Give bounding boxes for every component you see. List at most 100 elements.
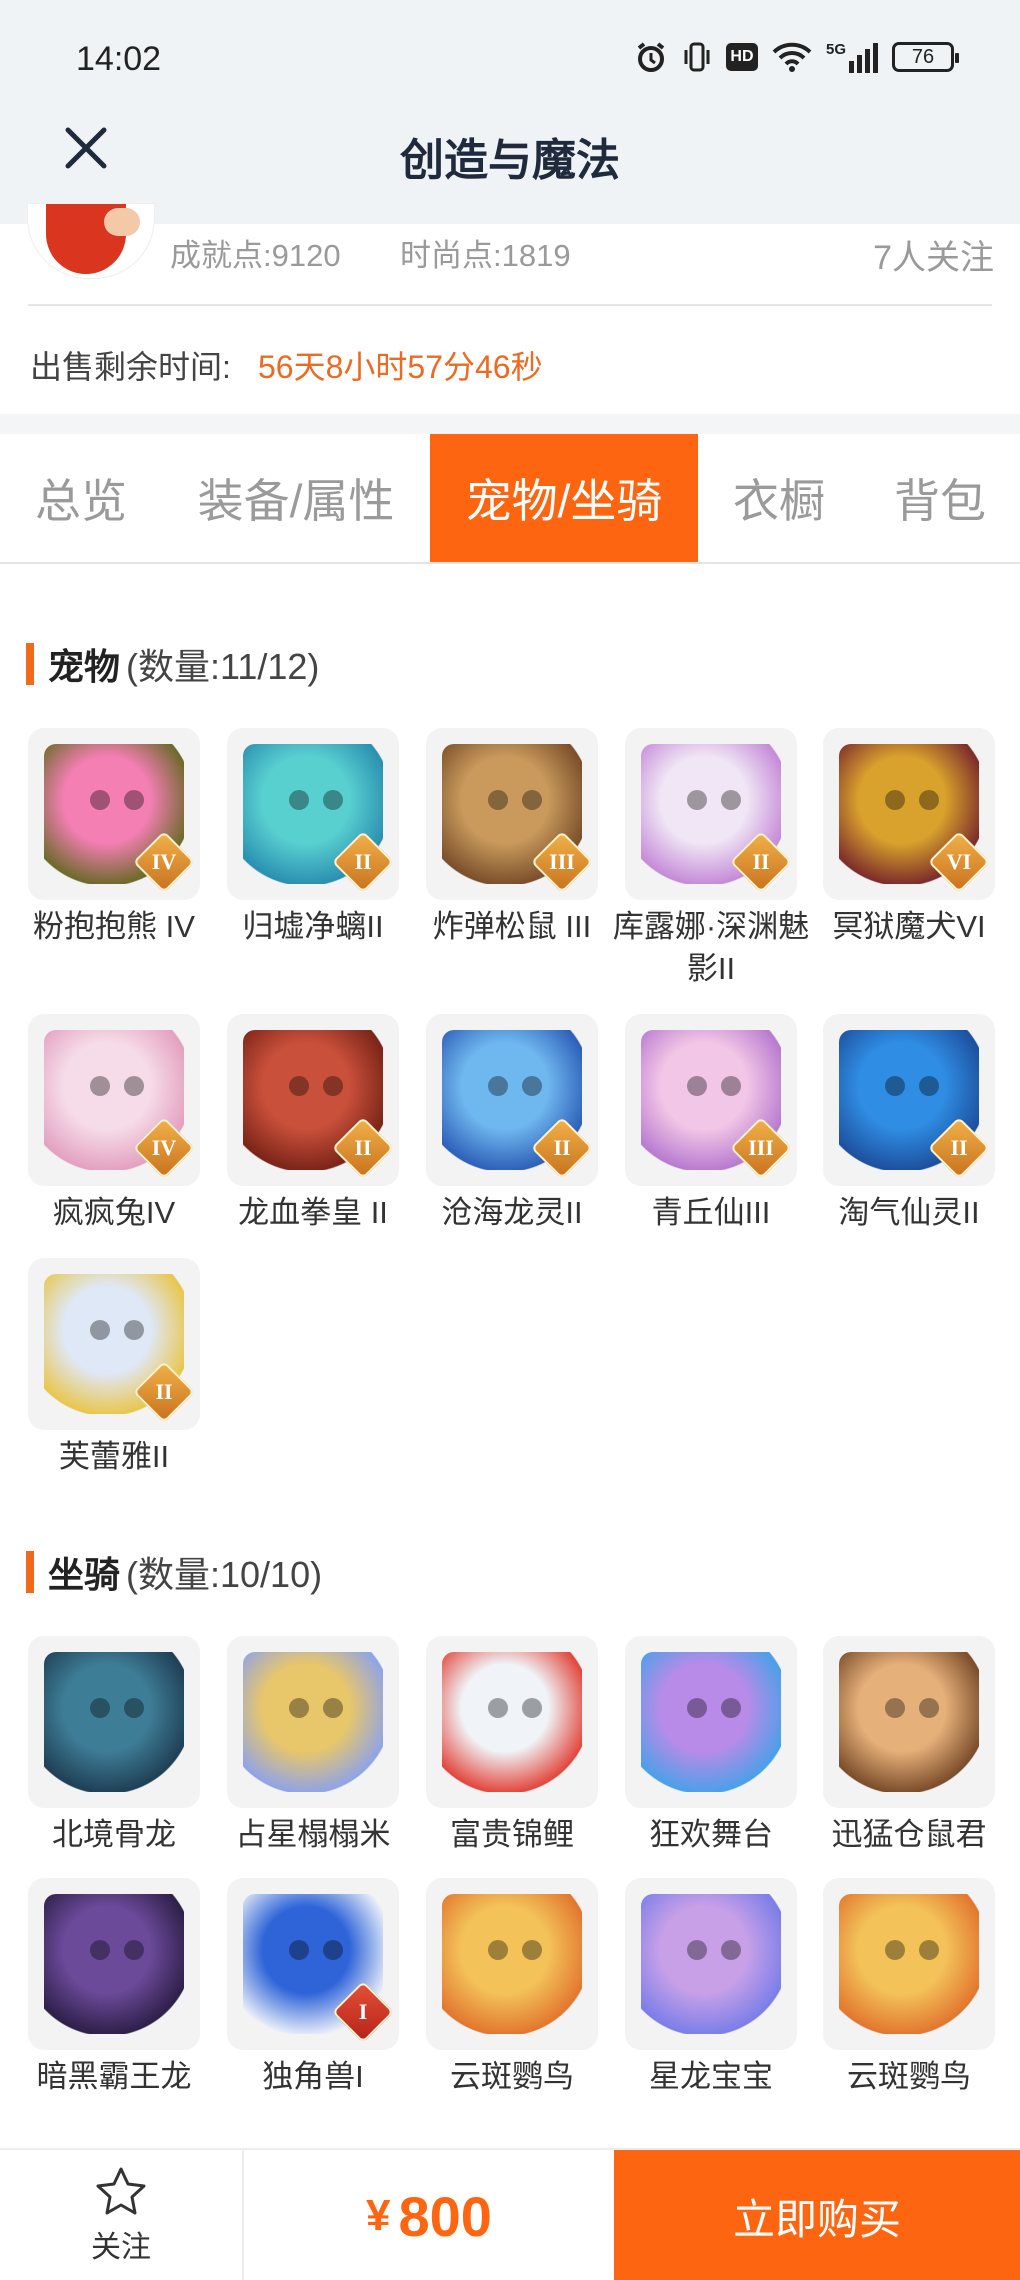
tab-wardrobe[interactable]: 衣橱 (698, 434, 860, 562)
network-label: 5G (825, 41, 846, 58)
price: ¥ 800 (244, 2150, 614, 2280)
status-icons: HD 5G 76 (634, 40, 959, 74)
pet-thumbnail: II (227, 1014, 399, 1186)
mount-thumbnail (28, 1878, 200, 2050)
pet-name: 库露娜·深渊魅影II (612, 909, 810, 986)
pet-name: 沧海龙灵II (441, 1195, 583, 1230)
grade-badge: II (927, 1116, 991, 1180)
pet-item[interactable]: II 淘气仙灵II (823, 1014, 995, 1234)
pet-thumbnail: II (426, 1014, 598, 1186)
mount-item[interactable]: 狂欢舞台 (625, 1636, 797, 1856)
grade-badge: II (729, 830, 793, 894)
grade-badge: II (530, 1116, 594, 1180)
mounts-section-header: 坐骑 (数量:10/10) (26, 1546, 322, 1598)
mount-name: 占星榻榻米 (235, 1817, 391, 1852)
header-area: 14:02 HD 5G 76 创造与魔法 (0, 0, 1020, 224)
mount-thumbnail (227, 1636, 399, 1808)
pet-item[interactable]: IV 疯疯兔IV (28, 1014, 200, 1234)
mount-item[interactable]: 北境骨龙 (28, 1636, 200, 1856)
follower-count: 7人关注 (873, 239, 994, 277)
hd-icon: HD (725, 43, 758, 71)
grade-badge: II (331, 830, 395, 894)
pet-name: 龙血拳皇 II (238, 1195, 388, 1230)
pet-name: 淘气仙灵II (838, 1195, 980, 1230)
pet-item[interactable]: IV 粉抱抱熊 IV (28, 728, 200, 948)
grade-badge: II (132, 1360, 196, 1424)
mount-item[interactable]: 云斑鹦鸟 (823, 1878, 995, 2098)
section-marker (26, 643, 34, 685)
tab-overview[interactable]: 总览 (0, 434, 162, 562)
pet-item[interactable]: II 沧海龙灵II (426, 1014, 598, 1234)
pets-count: (数量:11/12) (126, 646, 320, 687)
tab-equipment[interactable]: 装备/属性 (162, 434, 430, 562)
pet-item[interactable]: III 青丘仙III (625, 1014, 797, 1234)
pet-name: 芙蕾雅II (58, 1439, 170, 1474)
mount-name: 富贵锦鲤 (450, 1817, 574, 1852)
avatar[interactable] (28, 204, 154, 278)
follow-button[interactable]: 关注 (0, 2150, 244, 2280)
pet-item[interactable]: III 炸弹松鼠 III (426, 728, 598, 948)
vibrate-icon (684, 42, 710, 72)
pet-item[interactable]: VI 冥狱魔犬VI (823, 728, 995, 948)
achievement-points: 成就点:9120 (170, 238, 341, 273)
mount-name: 迅猛仓鼠君 (831, 1817, 987, 1852)
mount-item[interactable]: I 独角兽I (227, 1878, 399, 2098)
pet-name: 冥狱魔犬VI (832, 909, 986, 944)
mount-item[interactable]: 云斑鹦鸟 (426, 1878, 598, 2098)
pet-item[interactable]: II 芙蕾雅II (28, 1258, 200, 1478)
mount-name: 暗黑霸王龙 (36, 2059, 192, 2094)
pet-thumbnail: II (227, 728, 399, 900)
grade-badge: III (729, 1116, 793, 1180)
mount-thumbnail (426, 1636, 598, 1808)
mount-thumbnail (426, 1878, 598, 2050)
grade-badge: IV (132, 1116, 196, 1180)
pets-section-header: 宠物 (数量:11/12) (26, 638, 319, 690)
bottom-bar: 关注 ¥ 800 立即购买 (0, 2148, 1020, 2280)
pet-thumbnail: IV (28, 728, 200, 900)
signal-icon: 5G (826, 41, 878, 73)
mounts-title: 坐骑 (48, 1554, 121, 1595)
pet-thumbnail: III (426, 728, 598, 900)
mount-name: 云斑鹦鸟 (450, 2059, 574, 2094)
mount-name: 北境骨龙 (52, 1817, 176, 1852)
buy-now-button[interactable]: 立即购买 (614, 2150, 1020, 2280)
mount-name: 星龙宝宝 (649, 2059, 773, 2094)
page-title: 创造与魔法 (400, 136, 620, 185)
mount-thumbnail: I (227, 1878, 399, 2050)
tab-backpack[interactable]: 背包 (860, 434, 1020, 562)
divider (0, 414, 1020, 434)
pet-item[interactable]: II 归墟净螭II (227, 728, 399, 948)
currency-symbol: ¥ (366, 2191, 391, 2240)
mount-name: 云斑鹦鸟 (847, 2059, 971, 2094)
price-amount: 800 (398, 2184, 492, 2248)
mount-item[interactable]: 暗黑霸王龙 (28, 1878, 200, 2098)
pet-thumbnail: II (823, 1014, 995, 1186)
mount-thumbnail (823, 1636, 995, 1808)
tab-pets-mounts[interactable]: 宠物/坐骑 (430, 434, 698, 562)
fashion-points: 时尚点:1819 (400, 238, 571, 273)
grade-badge: IV (132, 830, 196, 894)
mount-thumbnail (625, 1636, 797, 1808)
tab-bar: 总览 装备/属性 宠物/坐骑 衣橱 背包 (0, 434, 1020, 564)
pet-item[interactable]: II 龙血拳皇 II (227, 1014, 399, 1234)
mount-item[interactable]: 富贵锦鲤 (426, 1636, 598, 1856)
pet-name: 炸弹松鼠 III (432, 909, 592, 944)
pet-name: 疯疯兔IV (52, 1195, 176, 1230)
mount-item[interactable]: 迅猛仓鼠君 (823, 1636, 995, 1856)
mount-item[interactable]: 占星榻榻米 (227, 1636, 399, 1856)
mount-item[interactable]: 星龙宝宝 (625, 1878, 797, 2098)
alarm-icon (637, 42, 665, 72)
grade-badge: I (331, 1980, 395, 2044)
pet-thumbnail: II (28, 1258, 200, 1430)
mount-name: 独角兽I (262, 2059, 364, 2094)
pet-item[interactable]: II 库露娜·深渊魅影II (613, 728, 809, 990)
mount-thumbnail (28, 1636, 200, 1808)
remaining-time-label: 出售剩余时间: (30, 349, 231, 385)
pet-thumbnail: IV (28, 1014, 200, 1186)
pet-name: 归墟净螭II (242, 909, 384, 944)
mount-name: 狂欢舞台 (649, 1817, 773, 1852)
mount-thumbnail (823, 1878, 995, 2050)
wifi-icon (772, 42, 812, 72)
mounts-count: (数量:10/10) (126, 1554, 323, 1595)
divider (28, 304, 992, 306)
